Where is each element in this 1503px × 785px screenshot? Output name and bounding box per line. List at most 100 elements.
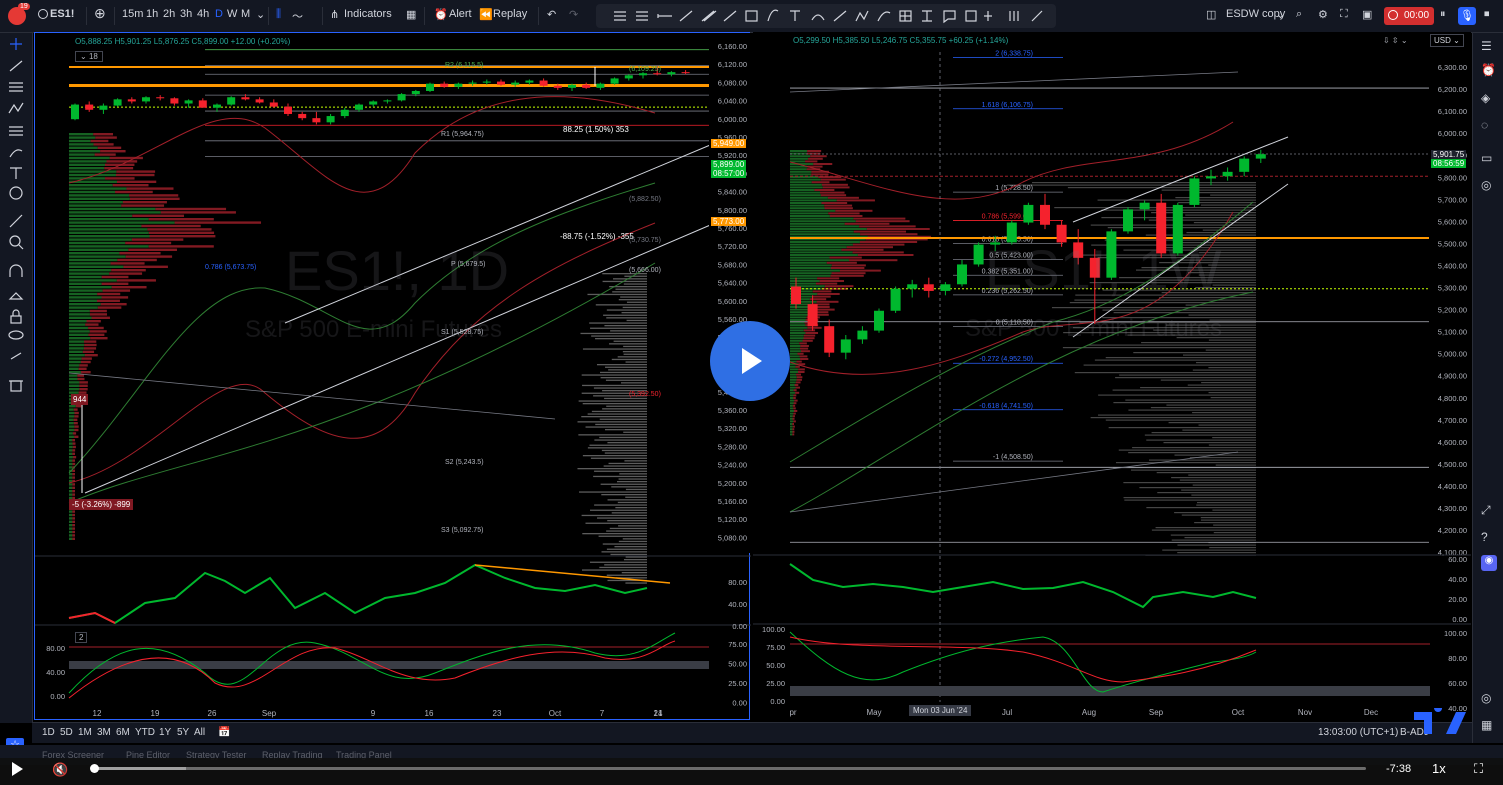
- session-volume-bar: [1151, 529, 1256, 531]
- chart-style-icon[interactable]: 〜: [292, 8, 303, 24]
- magnet-icon[interactable]: [9, 264, 23, 277]
- indicators-icon[interactable]: ⋔: [330, 8, 339, 21]
- indicators-button[interactable]: Indicators: [344, 8, 392, 20]
- symbol-search-icon[interactable]: [38, 9, 48, 19]
- interval-4h[interactable]: 4h: [197, 8, 209, 20]
- interval-3h[interactable]: 3h: [180, 8, 192, 20]
- add-symbol-icon[interactable]: ⊕: [94, 5, 106, 22]
- session-volume-bar: [1168, 422, 1256, 424]
- interval-w[interactable]: W: [227, 8, 237, 20]
- price-axis-label: 5,840.00: [718, 188, 747, 197]
- currency-select[interactable]: USD ⌄: [1430, 34, 1464, 47]
- zoom-icon[interactable]: [9, 235, 24, 250]
- range-1m[interactable]: 1M: [78, 727, 92, 738]
- screenshot-icon[interactable]: ▣: [1362, 8, 1372, 21]
- range-1d[interactable]: 1D: [42, 727, 55, 738]
- interval-15m[interactable]: 15m: [122, 8, 143, 20]
- replay-button[interactable]: Replay: [493, 8, 527, 20]
- ideas-icon[interactable]: ◌: [1481, 118, 1497, 134]
- templates-icon[interactable]: ▦: [406, 8, 416, 21]
- pattern-icon[interactable]: [8, 102, 24, 114]
- goto-date-icon[interactable]: 📅: [218, 727, 230, 738]
- big-play-button[interactable]: [710, 321, 790, 401]
- play-icon[interactable]: [12, 762, 23, 776]
- lock-icon[interactable]: [10, 309, 22, 324]
- fib-icon[interactable]: [9, 82, 23, 92]
- symbol-name[interactable]: ES1!: [50, 8, 74, 20]
- weekly-chart-canvas[interactable]: 2 (6,338.75)1.618 (6,106.75)1 (5,728.50)…: [753, 32, 1471, 720]
- date-axis-label: pr: [789, 708, 796, 717]
- clock-label[interactable]: 13:03:00 (UTC+1): [1318, 727, 1398, 738]
- drawing-tools-icons[interactable]: [596, 4, 1056, 28]
- range-all[interactable]: All: [194, 727, 205, 738]
- alert-icon[interactable]: ⏰: [434, 8, 448, 21]
- range-1y[interactable]: 1Y: [159, 727, 171, 738]
- playback-speed[interactable]: 1x: [1432, 761, 1446, 776]
- fullscreen-icon[interactable]: ⛶: [1340, 8, 1348, 21]
- layout-dropdown-icon[interactable]: ⌄: [1276, 8, 1285, 21]
- range-6m[interactable]: 6M: [116, 727, 130, 738]
- replay-icon[interactable]: ⏪: [479, 8, 493, 21]
- right-chart-pane[interactable]: 2 (6,338.75) 1.618 (6,106.75) 1 (5,728.50)…: [753, 32, 1471, 720]
- alert-button[interactable]: Alert: [449, 8, 472, 20]
- record-button[interactable]: 00:00: [1384, 7, 1434, 25]
- range-5d[interactable]: 5D: [60, 727, 73, 738]
- text-icon[interactable]: [10, 167, 22, 179]
- discord-icon[interactable]: ◉: [1481, 555, 1497, 571]
- calendar-icon[interactable]: ▦: [1481, 718, 1497, 734]
- volume-profile-bar-down: [72, 445, 76, 449]
- interval-d[interactable]: D: [215, 8, 223, 20]
- left-chart-pane[interactable]: 6,160.00 6,120.00 6,080.00 6,040.00 6,000.00…: [34, 32, 751, 721]
- rsi-axis-label: 0.00: [732, 622, 747, 631]
- ruler-icon[interactable]: [9, 214, 23, 228]
- alerts-icon[interactable]: ⏰: [1481, 63, 1497, 79]
- redo-icon[interactable]: ↷: [569, 8, 578, 21]
- interval-2h[interactable]: 2h: [163, 8, 175, 20]
- target-icon[interactable]: ◎: [1481, 691, 1497, 707]
- lock-drawing-icon[interactable]: [8, 292, 24, 300]
- volume-profile-bar-down: [72, 493, 75, 496]
- daily-chart-canvas[interactable]: 6,160.00 6,120.00 6,080.00 6,040.00 6,000.00…: [35, 33, 751, 721]
- candle-type-icon[interactable]: ⫼: [276, 8, 281, 21]
- interval-m[interactable]: M: [241, 8, 250, 20]
- stop-icon[interactable]: ⏹: [1484, 8, 1490, 21]
- emoji-icon[interactable]: [9, 186, 23, 200]
- brush-icon[interactable]: [9, 149, 23, 158]
- candle-body: [213, 104, 221, 108]
- interval-1h[interactable]: 1h: [146, 8, 158, 20]
- trendline-icon[interactable]: [9, 60, 23, 72]
- watchlist-icon[interactable]: ☰: [1481, 39, 1497, 55]
- volume-profile-bar-up: [790, 394, 794, 397]
- quick-search-icon[interactable]: ⌕: [1296, 8, 1302, 21]
- pause-icon[interactable]: ⏸: [1440, 8, 1446, 21]
- range-ytd[interactable]: YTD: [135, 727, 155, 738]
- progress-track[interactable]: [94, 767, 1366, 770]
- volume-profile-bar-up: [790, 425, 793, 428]
- volume-profile-bar-down: [72, 473, 75, 476]
- crosshair-icon[interactable]: [10, 38, 22, 50]
- microphone-button[interactable]: 🎙: [1458, 7, 1476, 25]
- pane-arrows-icon[interactable]: ⇩ ⇳ ⌄: [1383, 36, 1408, 45]
- trash-icon[interactable]: [9, 380, 23, 392]
- stoch-axis-left-label: 50.00: [766, 661, 785, 670]
- signals-icon[interactable]: ◎: [1481, 178, 1497, 194]
- mute-icon[interactable]: 🔇: [52, 762, 68, 778]
- visibility-icon[interactable]: [8, 330, 24, 340]
- range-5y[interactable]: 5Y: [177, 727, 189, 738]
- expand-icon[interactable]: ⤢: [1481, 503, 1497, 519]
- volume-profile-bar-down: [74, 411, 79, 415]
- undo-icon[interactable]: ↶: [547, 8, 556, 21]
- price-axis-label: 6,200.00: [1438, 85, 1467, 94]
- projection-icon[interactable]: [9, 126, 23, 136]
- help-icon[interactable]: ?: [1481, 530, 1497, 546]
- left-indicators-toggle[interactable]: ⌄ 18: [75, 51, 103, 62]
- fullscreen-player-icon[interactable]: ⛶: [1474, 761, 1483, 777]
- interval-dropdown-icon[interactable]: ⌄: [256, 8, 265, 21]
- layers-icon[interactable]: ◈: [1481, 91, 1497, 107]
- layout-icon[interactable]: ◫: [1206, 8, 1216, 21]
- range-3m[interactable]: 3M: [97, 727, 111, 738]
- settings-icon[interactable]: ⚙: [1318, 8, 1328, 21]
- progress-handle[interactable]: [90, 764, 99, 773]
- chat-icon[interactable]: ▭: [1481, 151, 1497, 167]
- link-icon[interactable]: [10, 352, 22, 360]
